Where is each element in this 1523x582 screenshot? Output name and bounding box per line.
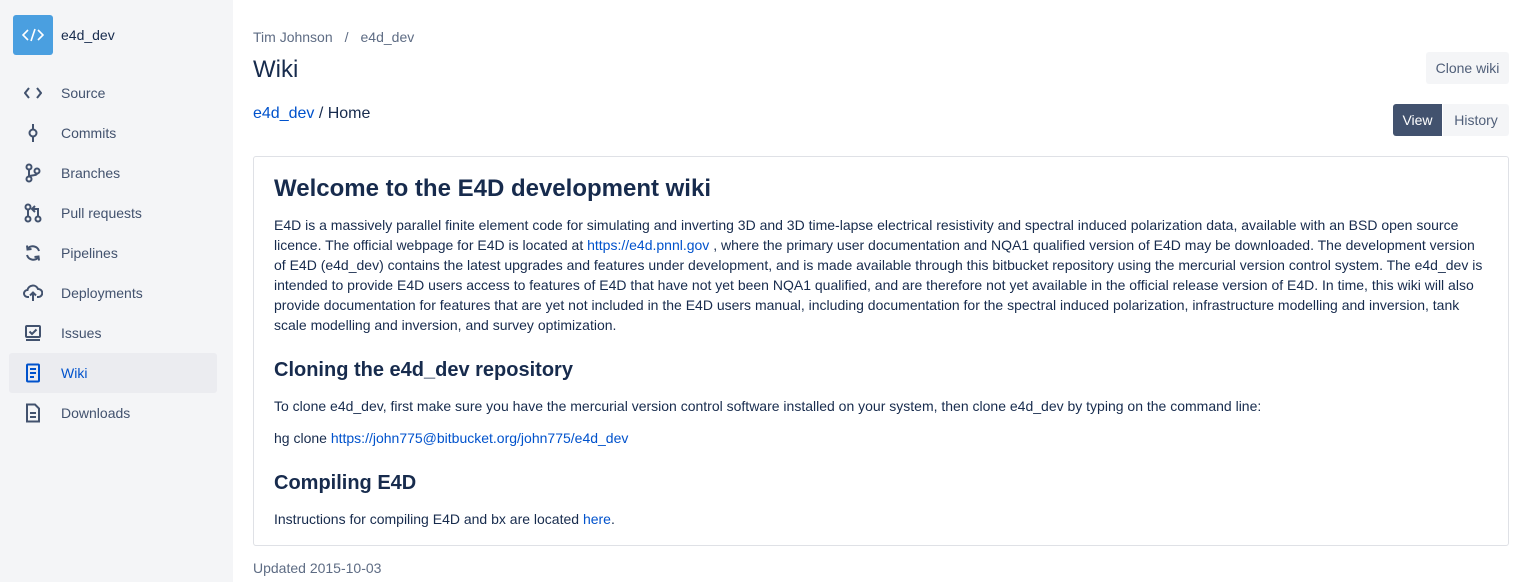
commit-icon	[23, 123, 43, 143]
breadcrumb: Tim Johnson / e4d_dev	[253, 29, 414, 45]
page-title: Wiki	[253, 56, 299, 83]
compile-text: Instructions for compiling E4D and bx ar…	[274, 511, 583, 527]
sidebar-item-label: Issues	[61, 325, 102, 341]
breadcrumb-owner[interactable]: Tim Johnson	[253, 29, 333, 45]
sidebar-item-label: Downloads	[61, 405, 131, 421]
pnnl-link[interactable]: https://e4d.pnnl.gov	[587, 237, 709, 253]
issues-icon	[23, 323, 43, 343]
sidebar-item-branches[interactable]: Branches	[9, 153, 217, 193]
sidebar-item-source[interactable]: Source	[9, 73, 217, 113]
sidebar-item-pipelines[interactable]: Pipelines	[9, 233, 217, 273]
repo-avatar[interactable]	[13, 15, 53, 55]
compile-text-end: .	[610, 511, 615, 527]
sidebar-item-label: Branches	[61, 165, 121, 181]
sidebar-nav: Source Commits Branches Pull requests Pi…	[9, 73, 217, 433]
history-button[interactable]: History	[1443, 104, 1509, 136]
sidebar-item-issues[interactable]: Issues	[9, 313, 217, 353]
breadcrumb-separator: /	[344, 29, 349, 45]
pull-request-icon	[23, 203, 43, 223]
compile-instructions: Instructions for compiling E4D and bx ar…	[274, 509, 1488, 529]
code-icon	[22, 28, 44, 42]
code-icon	[23, 83, 43, 103]
file-icon	[23, 403, 43, 423]
view-button[interactable]: View	[1393, 104, 1442, 136]
sidebar-item-label: Commits	[61, 125, 117, 141]
clone-wiki-button[interactable]: Clone wiki	[1426, 52, 1509, 84]
compile-here-link[interactable]: here	[583, 511, 611, 527]
sidebar-item-label: Source	[61, 85, 106, 101]
wiki-content: Welcome to the E4D development wiki E4D …	[253, 156, 1509, 546]
branch-icon	[23, 163, 43, 183]
sidebar: e4d_dev Source Commits Branches Pull req…	[0, 0, 233, 582]
sidebar-item-pull-requests[interactable]: Pull requests	[9, 193, 217, 233]
repo-header[interactable]: e4d_dev	[13, 15, 115, 55]
clone-instructions: To clone e4d_dev, first make sure you ha…	[274, 398, 1262, 414]
wiki-page-name: / Home	[314, 105, 371, 122]
sidebar-item-label: Pull requests	[61, 205, 142, 221]
wiki-intro: E4D is a massively parallel finite eleme…	[274, 215, 1488, 335]
sidebar-item-wiki[interactable]: Wiki	[9, 353, 217, 393]
breadcrumb-repo[interactable]: e4d_dev	[361, 29, 415, 45]
compile-heading: Compiling E4D	[274, 472, 417, 494]
sidebar-item-label: Pipelines	[61, 245, 118, 261]
main-content: Tim Johnson / e4d_dev Wiki Clone wiki e4d_…	[253, 0, 1509, 582]
cloud-upload-icon	[23, 283, 43, 303]
clone-command-text: hg clone	[274, 430, 331, 446]
wiki-icon	[23, 363, 43, 383]
sidebar-item-commits[interactable]: Commits	[9, 113, 217, 153]
pipelines-icon	[23, 243, 43, 263]
sidebar-item-label: Wiki	[61, 365, 88, 381]
sidebar-item-downloads[interactable]: Downloads	[9, 393, 217, 433]
sidebar-item-label: Deployments	[61, 285, 143, 301]
repo-name[interactable]: e4d_dev	[61, 27, 115, 43]
clone-heading: Cloning the e4d_dev repository	[274, 359, 573, 381]
wiki-heading: Welcome to the E4D development wiki	[274, 175, 711, 202]
updated-date: Updated 2015-10-03	[253, 560, 382, 576]
wiki-path: e4d_dev / Home	[253, 105, 370, 123]
sidebar-item-deployments[interactable]: Deployments	[9, 273, 217, 313]
wiki-repo-link[interactable]: e4d_dev	[253, 105, 314, 122]
clone-command: hg clone https://john775@bitbucket.org/j…	[274, 428, 1488, 448]
clone-url-link[interactable]: https://john775@bitbucket.org/john775/e4…	[331, 430, 629, 446]
